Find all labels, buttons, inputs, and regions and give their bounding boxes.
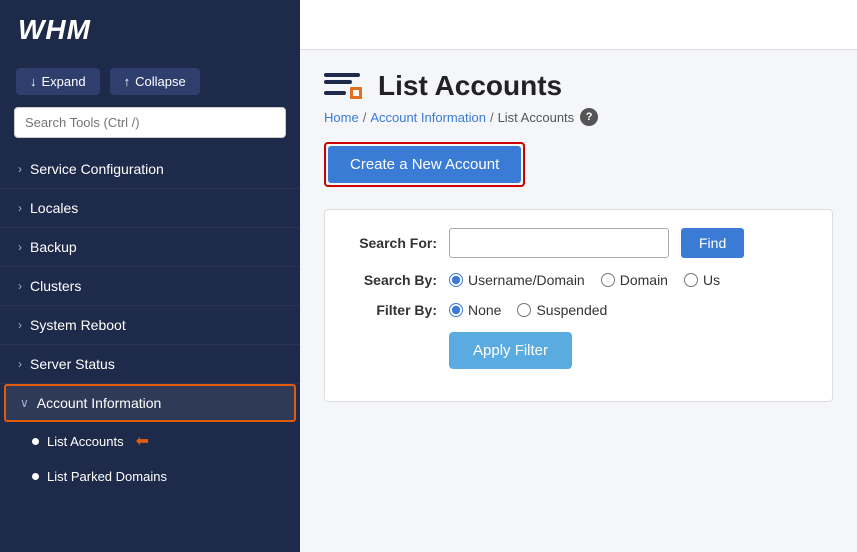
sidebar-item-service-configuration[interactable]: › Service Configuration <box>0 150 300 189</box>
page-body: List Accounts Home / Account Information… <box>300 50 857 422</box>
create-new-account-button[interactable]: Create a New Account <box>328 146 521 183</box>
sidebar-item-label: Backup <box>30 239 77 255</box>
sidebar-controls: ↓ Expand ↑ Collapse <box>0 60 300 107</box>
sidebar-item-label: Locales <box>30 200 78 216</box>
apply-filter-button[interactable]: Apply Filter <box>449 332 572 369</box>
sidebar-item-label: Clusters <box>30 278 81 294</box>
chevron-down-icon: ∨ <box>20 396 29 410</box>
chevron-right-icon: › <box>18 240 22 254</box>
breadcrumb-sep-2: / <box>490 110 494 125</box>
search-by-label: Search By: <box>347 272 437 288</box>
sidebar-subitem-list-parked-domains[interactable]: List Parked Domains <box>0 460 300 493</box>
sidebar: WHM ↓ Expand ↑ Collapse › Service Config… <box>0 0 300 552</box>
sidebar-subitem-list-accounts[interactable]: List Accounts ⬅ <box>0 422 300 460</box>
search-by-row: Search By: Username/Domain Domain Us <box>347 272 810 288</box>
chevron-right-icon: › <box>18 201 22 215</box>
breadcrumb-account-information[interactable]: Account Information <box>370 110 486 125</box>
sidebar-item-account-information[interactable]: ∨ Account Information <box>4 384 296 422</box>
sidebar-item-label: Server Status <box>30 356 115 372</box>
bullet-icon <box>32 438 39 445</box>
sidebar-item-clusters[interactable]: › Clusters <box>0 267 300 306</box>
page-title: List Accounts <box>378 70 562 102</box>
search-by-us-radio[interactable] <box>684 273 698 287</box>
collapse-label: Collapse <box>135 74 186 89</box>
search-by-domain-radio[interactable] <box>601 273 615 287</box>
chevron-right-icon: › <box>18 162 22 176</box>
collapse-arrow-icon: ↑ <box>124 74 131 89</box>
filter-by-label: Filter By: <box>347 302 437 318</box>
sidebar-item-locales[interactable]: › Locales <box>0 189 300 228</box>
page-header: List Accounts <box>324 70 833 102</box>
filter-by-suspended[interactable]: Suspended <box>517 302 607 318</box>
sidebar-item-label: Service Configuration <box>30 161 164 177</box>
sidebar-item-system-reboot[interactable]: › System Reboot <box>0 306 300 345</box>
filter-by-none-label: None <box>468 302 501 318</box>
expand-button[interactable]: ↓ Expand <box>16 68 100 95</box>
sidebar-item-label: System Reboot <box>30 317 126 333</box>
sidebar-item-backup[interactable]: › Backup <box>0 228 300 267</box>
filter-by-suspended-radio[interactable] <box>517 303 531 317</box>
main-content: List Accounts Home / Account Information… <box>300 0 857 552</box>
nav-menu: › Service Configuration › Locales › Back… <box>0 150 300 552</box>
filter-by-none-radio[interactable] <box>449 303 463 317</box>
expand-label: Expand <box>42 74 86 89</box>
apply-filter-row: Apply Filter <box>347 332 810 369</box>
breadcrumb-current: List Accounts <box>498 110 575 125</box>
search-for-label: Search For: <box>347 235 437 251</box>
search-by-us-label: Us <box>703 272 720 288</box>
search-by-username-domain[interactable]: Username/Domain <box>449 272 585 288</box>
expand-arrow-icon: ↓ <box>30 74 37 89</box>
breadcrumb-sep-1: / <box>363 110 367 125</box>
search-for-row: Search For: Find <box>347 228 810 258</box>
sub-item-label: List Parked Domains <box>47 469 167 484</box>
filter-by-suspended-label: Suspended <box>536 302 607 318</box>
search-by-domain-label: Domain <box>620 272 668 288</box>
search-by-username-domain-radio[interactable] <box>449 273 463 287</box>
breadcrumb-home[interactable]: Home <box>324 110 359 125</box>
sidebar-item-server-status[interactable]: › Server Status <box>0 345 300 384</box>
search-tools-input[interactable] <box>14 107 286 138</box>
create-account-wrapper: Create a New Account <box>324 142 525 187</box>
sidebar-logo: WHM <box>0 0 300 60</box>
list-icon <box>324 73 364 99</box>
search-tools-container <box>0 107 300 150</box>
bullet-icon <box>32 473 39 480</box>
logo-text: WHM <box>18 14 91 45</box>
search-by-options: Username/Domain Domain Us <box>449 272 720 288</box>
arrow-back-icon: ⬅ <box>136 431 149 451</box>
search-by-domain[interactable]: Domain <box>601 272 668 288</box>
collapse-button[interactable]: ↑ Collapse <box>110 68 200 95</box>
sidebar-item-label: Account Information <box>37 395 162 411</box>
filter-by-options: None Suspended <box>449 302 607 318</box>
search-input[interactable] <box>449 228 669 258</box>
search-panel: Search For: Find Search By: Username/Dom… <box>324 209 833 402</box>
filter-by-row: Filter By: None Suspended <box>347 302 810 318</box>
chevron-right-icon: › <box>18 279 22 293</box>
filter-by-none[interactable]: None <box>449 302 501 318</box>
search-by-username-domain-label: Username/Domain <box>468 272 585 288</box>
chevron-right-icon: › <box>18 357 22 371</box>
find-button[interactable]: Find <box>681 228 744 258</box>
help-icon[interactable]: ? <box>580 108 598 126</box>
top-bar <box>300 0 857 50</box>
chevron-right-icon: › <box>18 318 22 332</box>
sub-item-label: List Accounts <box>47 434 124 449</box>
search-by-us[interactable]: Us <box>684 272 720 288</box>
breadcrumb: Home / Account Information / List Accoun… <box>324 108 833 126</box>
